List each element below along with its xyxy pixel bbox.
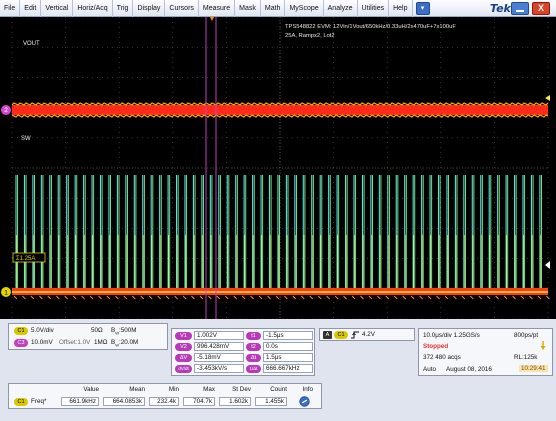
ch3-bandwidth: BW:20.0M	[111, 339, 139, 348]
acq-count: 372 480 acqs	[423, 354, 461, 361]
ch1-impedance: 50Ω	[91, 327, 103, 334]
cursor-inv-dt-badge: 1/Δt	[246, 365, 261, 373]
brand-logo: Tek	[490, 2, 511, 15]
trigger-position-marker	[210, 17, 214, 21]
ch3-badge[interactable]: C3	[14, 339, 28, 347]
meas-count: 1.455k	[255, 397, 287, 406]
trigger-run-mode: Auto	[423, 366, 436, 373]
trigger-settings[interactable]: A C1 4.2V	[319, 328, 415, 341]
meas-source-badge: C1	[14, 398, 28, 406]
close-button[interactable]: X	[532, 2, 550, 15]
col-header-value: Value	[83, 386, 99, 393]
meas-min: 232.4k	[149, 397, 179, 406]
ch3-offset: Offset:1.0V	[59, 339, 91, 346]
menu-file[interactable]: File	[0, 0, 21, 17]
cursor-t1-value: -1.5μs	[263, 331, 313, 340]
channel-settings[interactable]: C1 5.0V/div 50Ω BW:500M C3 10.0mV Offset…	[8, 323, 168, 350]
waveform-display[interactable]: 2 1 Σ1.25A TPS548822 EVM: 12Vin/1Vout/650k…	[0, 17, 556, 319]
ch1-badge[interactable]: C1	[14, 327, 28, 335]
vout-ripple-band	[12, 105, 548, 115]
right-edge-marker	[545, 261, 550, 269]
ch3-scale: 10.0mV	[31, 339, 53, 346]
cursor-v2-value: 996.428mV	[194, 342, 244, 351]
cursor-dt-badge: Δt	[246, 354, 261, 362]
ch1-scale: 5.0V/div	[31, 327, 54, 334]
oscilloscope-app: File Edit Vertical Horiz/Acq Trig Displa…	[0, 0, 556, 421]
menu-edit[interactable]: Edit	[20, 0, 42, 17]
ch1-marker-label: 1	[4, 289, 8, 296]
meas-max: 704.7k	[183, 397, 215, 406]
meas-value: 661.9kHz	[61, 397, 99, 406]
cursor-dvdt-value: -3.453kV/s	[194, 364, 244, 373]
cursor-readouts[interactable]: V1 1.002V t1 -1.5μs V2 996.428mV t2 0.0s…	[171, 328, 315, 376]
sw-ringing	[13, 295, 550, 300]
horizontal-acq-status[interactable]: 10.0μs/div 1.25GS/s 800ps/pt Stopped 372…	[418, 328, 553, 376]
menu-utilities[interactable]: Utilities	[358, 0, 390, 17]
menu-mask[interactable]: Mask	[235, 0, 261, 17]
info-icon[interactable]	[299, 396, 310, 407]
menu-dropdown-icon[interactable]: ▾	[415, 1, 430, 15]
meas-mean: 664.0853k	[103, 397, 145, 406]
cursor-t2-value: 0.0s	[263, 342, 313, 351]
trigger-level: 4.2V	[362, 331, 375, 338]
menu-vertical[interactable]: Vertical	[41, 0, 74, 17]
trigger-level-marker	[545, 95, 550, 101]
col-header-info: Info	[302, 386, 313, 393]
col-header-stdev: St Dev	[232, 386, 251, 393]
minimize-button[interactable]	[511, 2, 529, 15]
cursor-v1-value: 1.002V	[194, 331, 244, 340]
measurement-stats-table[interactable]: Value Mean Min Max St Dev Count Info C1 …	[8, 383, 322, 409]
vout-label: VOUT	[23, 41, 40, 47]
meas-name[interactable]: Freq*	[31, 398, 46, 405]
measurement-panel: C1 5.0V/div 50Ω BW:500M C3 10.0mV Offset…	[8, 323, 553, 379]
sw-label: SW	[21, 136, 31, 142]
menu-horiz-acq[interactable]: Horiz/Acq	[73, 0, 113, 17]
acq-date: August 08, 2016	[446, 366, 492, 373]
col-header-max: Max	[203, 386, 215, 393]
cursor-t2-badge: t2	[246, 343, 261, 351]
trigger-mode: A	[323, 331, 332, 339]
acq-time: 10:29:41	[519, 365, 548, 372]
cursor-t1-badge: t1	[246, 332, 261, 340]
col-header-count: Count	[270, 386, 287, 393]
acq-state: Stopped	[423, 343, 449, 350]
ref-marker-label: Σ1.25A	[16, 256, 35, 262]
cursor-inv-dt-value: 666.667kHz	[263, 364, 313, 373]
single-seq-icon	[540, 341, 546, 350]
record-length: RL:125k	[514, 354, 538, 361]
rising-edge-icon	[351, 331, 359, 339]
menu-cursors[interactable]: Cursors	[165, 0, 199, 17]
resolution: 800ps/pt	[514, 332, 539, 339]
cursor-v1-badge: V1	[175, 332, 192, 340]
meas-stdev: 1.602k	[219, 397, 251, 406]
cursor-dt-value: 1.5μs	[263, 353, 313, 362]
menu-myscope[interactable]: MyScope	[285, 0, 324, 17]
cursor-dvdt-badge: dV/dt	[175, 365, 192, 373]
timebase: 10.0μs/div 1.25GS/s	[423, 332, 480, 339]
ch3-impedance: 1MΩ	[94, 339, 108, 346]
cursor-v2-badge: V2	[175, 343, 192, 351]
col-header-min: Min	[168, 386, 179, 393]
menu-display[interactable]: Display	[133, 0, 166, 17]
menu-trig[interactable]: Trig	[113, 0, 134, 17]
trigger-source: C1	[334, 331, 348, 339]
annotation-line-1: TPS548822 EVM: 12Vin/1Vout/650kHz/0.33uH…	[285, 24, 456, 30]
menu-analyze[interactable]: Analyze	[324, 0, 358, 17]
cursor-dv-value: -5.18mV	[194, 353, 244, 362]
cursor-dv-badge: ΔV	[175, 354, 192, 362]
menu-math[interactable]: Math	[261, 0, 286, 17]
menu-bar: File Edit Vertical Horiz/Acq Trig Displa…	[0, 0, 556, 17]
annotation-line-2: 25A, Rampx2, Lot2	[285, 33, 335, 39]
col-header-mean: Mean	[129, 386, 145, 393]
ch3-marker-label: 2	[4, 107, 8, 114]
waveform-graticule: 2 1 Σ1.25A	[1, 17, 550, 319]
menu-help[interactable]: Help	[389, 0, 413, 17]
menu-measure[interactable]: Measure	[199, 0, 236, 17]
ch1-bandwidth: BW:500M	[111, 327, 137, 336]
